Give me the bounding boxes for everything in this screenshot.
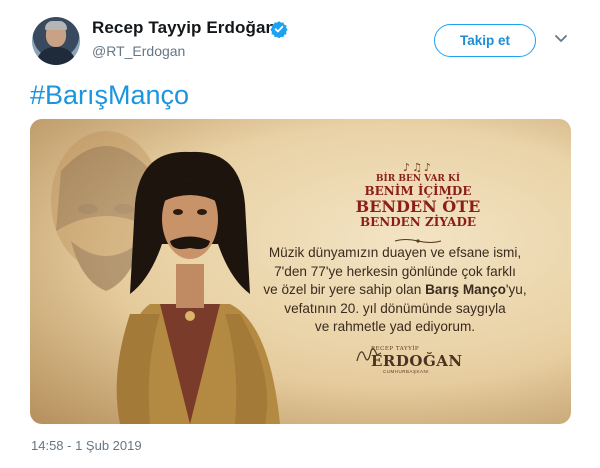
follow-button[interactable]: Takip et	[434, 24, 536, 57]
poem-line: BİR BEN VAR Kİ	[375, 174, 461, 184]
avatar[interactable]	[32, 17, 80, 65]
verified-badge-icon	[270, 21, 288, 38]
poem-line: BENİM İÇİMDE	[364, 184, 472, 198]
tweet-timestamp[interactable]: 14:58 - 1 Şub 2019	[31, 438, 142, 453]
message-text: 'yu,	[505, 282, 527, 297]
message-line: 7'den 77'ye herkesin gönlünde çok farklı	[274, 263, 516, 279]
tribute-message: Müzik dünyamızın duayen ve efsane ismi, …	[222, 244, 568, 337]
music-notes-icon: ♪♫♪	[403, 161, 433, 174]
chevron-down-icon[interactable]	[553, 30, 569, 46]
author-handle[interactable]: @RT_Erdogan	[92, 43, 185, 59]
message-name-highlight: Barış Manço	[425, 282, 506, 297]
signature-title: CUMHURBAŞKANI	[383, 369, 430, 374]
signature-block: RECEP TAYYİP ERDOĞAN CUMHURBAŞKANI	[355, 337, 475, 377]
hashtag-link[interactable]: #BarışManço	[30, 80, 189, 111]
message-line: ve özel bir yere sahip olan Barış Manço'…	[222, 281, 568, 300]
message-line: Müzik dünyamızın duayen ve efsane ismi,	[268, 245, 522, 260]
tweet-media-image[interactable]: ♪♫♪ BİR BEN VAR Kİ BENİM İÇİMDE BENDEN Ö…	[30, 119, 571, 424]
tweet-header: Recep Tayyip Erdoğan @RT_Erdogan Takip e…	[0, 0, 600, 80]
message-line: vefatının 20. yıl dönümünde saygıyla	[284, 300, 506, 316]
message-line: ve rahmetle yad ediyorum.	[314, 319, 476, 334]
poem-line: BENDEN ÖTE	[355, 197, 481, 216]
signature-surname: ERDOĞAN	[371, 352, 463, 370]
poem-line: BENDEN ZİYADE	[360, 215, 476, 229]
message-text: ve özel bir yere sahip olan	[263, 282, 426, 297]
poem-block: ♪♫♪ BİR BEN VAR Kİ BENİM İÇİMDE BENDEN Ö…	[348, 161, 488, 248]
author-display-name[interactable]: Recep Tayyip Erdoğan	[92, 18, 276, 38]
